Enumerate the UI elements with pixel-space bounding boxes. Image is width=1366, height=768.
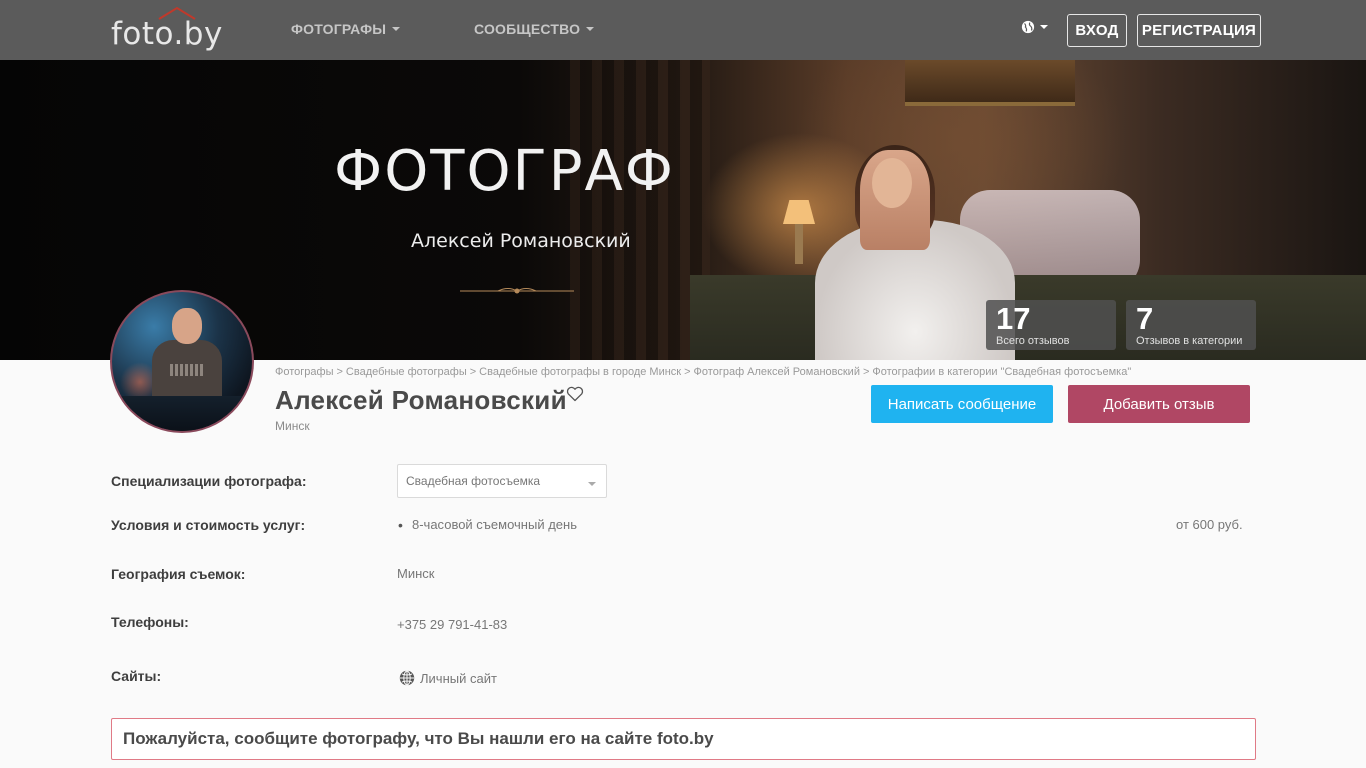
cover-subtitle: Алексей Романовский — [411, 230, 631, 252]
breadcrumb-link[interactable]: Фотограф Алексей Романовский — [694, 366, 860, 378]
register-button[interactable]: РЕГИСТРАЦИЯ — [1137, 14, 1261, 47]
cover-curtain — [570, 60, 710, 360]
nav-community-label: СООБЩЕСТВО — [474, 21, 581, 37]
stat-category-reviews: 7 Отзывов в категории — [1126, 300, 1256, 350]
chevron-down-icon — [392, 27, 401, 31]
send-message-button[interactable]: Написать сообщение — [871, 385, 1053, 423]
breadcrumb-separator: > — [684, 366, 691, 378]
cover-lamp-base — [795, 224, 803, 264]
nav-photographers-label: ФОТОГРАФЫ — [291, 21, 387, 37]
specialization-selected-value: Свадебная фотосъемка — [406, 474, 541, 488]
login-button[interactable]: ВХОД — [1067, 14, 1127, 47]
breadcrumb-link[interactable]: Фотографы — [275, 366, 333, 378]
site-logo[interactable]: foto.by — [111, 6, 223, 50]
globe-icon — [399, 670, 415, 686]
cover-lamp — [783, 200, 815, 224]
chevron-down-icon — [588, 482, 596, 486]
avatar[interactable] — [110, 290, 254, 433]
stat-total-reviews-value: 17 — [996, 301, 1031, 336]
logo-text: foto.by — [111, 16, 223, 52]
heart-icon[interactable] — [566, 386, 584, 402]
logo-roof-icon — [158, 6, 196, 20]
personal-site-link[interactable]: Личный сайт — [399, 670, 497, 686]
phones-label: Телефоны: — [111, 614, 189, 630]
stat-category-reviews-value: 7 — [1136, 301, 1154, 336]
profile-city: Минск — [275, 419, 310, 433]
bullet-icon: • — [398, 517, 403, 533]
breadcrumb: Фотографы > Свадебные фотографы > Свадебные … — [275, 366, 1131, 378]
geography-value: Минск — [397, 566, 435, 581]
breadcrumb-link[interactable]: Свадебные фотографы — [346, 366, 467, 378]
chevron-down-icon — [1040, 25, 1048, 29]
notice-text: Пожалуйста, сообщите фотографу, что Вы н… — [123, 729, 714, 748]
stat-category-reviews-label: Отзывов в категории — [1136, 335, 1243, 347]
cover-picture-frame — [905, 60, 1075, 106]
language-selector[interactable] — [1021, 20, 1048, 34]
breadcrumb-separator: > — [336, 366, 343, 378]
nav-photographers[interactable]: ФОТОГРАФЫ — [291, 21, 401, 37]
specialization-label: Специализации фотографа: — [111, 473, 307, 489]
avatar-head — [172, 308, 202, 344]
ornament-divider-icon — [460, 288, 574, 294]
avatar-shirt — [170, 364, 204, 376]
cover-title: ФОТОГРАФ — [334, 139, 676, 204]
globe-icon — [1021, 20, 1035, 34]
geography-label: География съемок: — [111, 566, 246, 582]
top-navigation-bar: foto.by ФОТОГРАФЫ СООБЩЕСТВО ВХОД РЕГИСТ… — [0, 0, 1366, 60]
cover-bride-face — [872, 158, 912, 208]
service-price: от 600 руб. — [1176, 517, 1243, 532]
service-item: 8-часовой съемочный день — [412, 517, 577, 532]
nav-community[interactable]: СООБЩЕСТВО — [474, 21, 595, 37]
add-review-button[interactable]: Добавить отзыв — [1068, 385, 1250, 423]
avatar-desk — [112, 396, 252, 431]
page-title: Алексей Романовский — [275, 385, 567, 415]
services-label: Условия и стоимость услуг: — [111, 517, 306, 533]
breadcrumb-separator: > — [469, 366, 477, 378]
breadcrumb-current: Фотографии в категории "Свадебная фотосъ… — [872, 366, 1132, 378]
stat-total-reviews: 17 Всего отзывов — [986, 300, 1116, 350]
breadcrumb-link[interactable]: Свадебные фотографы в городе Минск — [479, 366, 681, 378]
specialization-select[interactable]: Свадебная фотосъемка — [397, 464, 607, 498]
chevron-down-icon — [586, 27, 595, 31]
phone-value[interactable]: +375 29 791-41-83 — [397, 617, 507, 632]
breadcrumb-separator: > — [862, 366, 870, 378]
notice-box: Пожалуйста, сообщите фотографу, что Вы н… — [111, 718, 1256, 760]
stat-total-reviews-label: Всего отзывов — [996, 335, 1070, 347]
personal-site-label: Личный сайт — [420, 670, 497, 686]
sites-label: Сайты: — [111, 668, 162, 684]
